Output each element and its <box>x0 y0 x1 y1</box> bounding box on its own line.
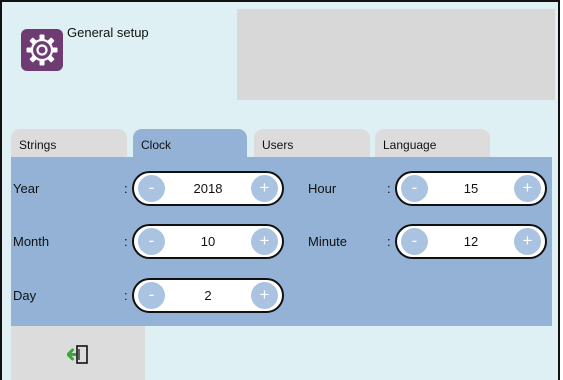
day-separator: : <box>124 288 128 303</box>
minute-value: 12 <box>463 234 479 249</box>
month-value: 10 <box>200 234 216 249</box>
minute-separator: : <box>387 234 391 249</box>
day-increment-button[interactable]: + <box>251 282 278 309</box>
month-separator: : <box>124 234 128 249</box>
year-value: 2018 <box>193 181 223 196</box>
day-decrement-button[interactable]: - <box>138 282 165 309</box>
year-stepper: - 2018 + <box>132 171 284 206</box>
minute-decrement-button[interactable]: - <box>401 228 428 255</box>
tab-users[interactable]: Users <box>254 129 370 159</box>
footer-action-area <box>11 326 145 380</box>
month-decrement-button[interactable]: - <box>138 228 165 255</box>
hour-separator: : <box>387 181 391 196</box>
clock-panel: Year : - 2018 + Month : - 10 + Day : - 2… <box>11 157 552 326</box>
header-preview-area <box>237 9 555 100</box>
hour-increment-button[interactable]: + <box>514 175 541 202</box>
page-title: General setup <box>67 25 149 40</box>
exit-icon[interactable] <box>66 344 91 366</box>
hour-stepper: - 15 + <box>395 171 547 206</box>
year-decrement-button[interactable]: - <box>138 175 165 202</box>
tab-language[interactable]: Language <box>375 129 490 159</box>
hour-value: 15 <box>463 181 479 196</box>
tab-strings[interactable]: Strings <box>11 129 127 159</box>
day-label: Day <box>13 288 37 303</box>
header: General setup <box>11 9 237 101</box>
minute-stepper: - 12 + <box>395 224 547 259</box>
gear-icon <box>21 29 63 71</box>
month-increment-button[interactable]: + <box>251 228 278 255</box>
hour-decrement-button[interactable]: - <box>401 175 428 202</box>
day-stepper: - 2 + <box>132 278 284 313</box>
year-increment-button[interactable]: + <box>251 175 278 202</box>
month-label: Month <box>13 234 50 249</box>
settings-screen: General setup Strings Clock Users Langua… <box>0 0 560 380</box>
minute-increment-button[interactable]: + <box>514 228 541 255</box>
month-stepper: - 10 + <box>132 224 284 259</box>
year-separator: : <box>124 181 128 196</box>
day-value: 2 <box>204 288 212 303</box>
minute-label: Minute <box>308 234 348 249</box>
year-label: Year <box>13 181 40 196</box>
hour-label: Hour <box>308 181 337 196</box>
tab-clock[interactable]: Clock <box>133 129 247 159</box>
